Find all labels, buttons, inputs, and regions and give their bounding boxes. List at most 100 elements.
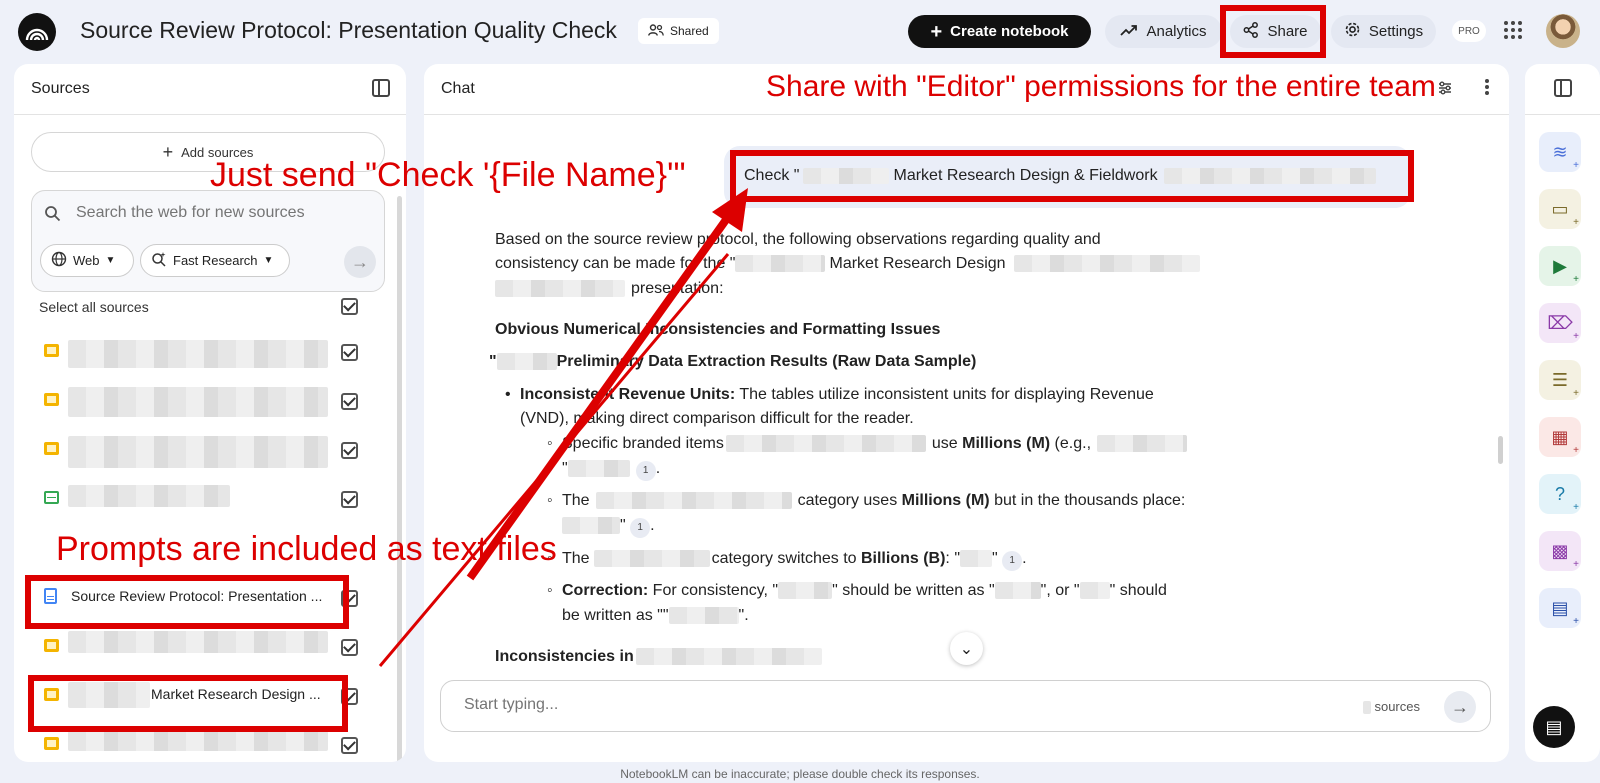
redacted-source-name (68, 340, 328, 368)
redacted-text (1013, 255, 1200, 273)
data-table-icon[interactable]: ▤ + (1539, 588, 1581, 628)
heading-2-text: Inconsistencies in (495, 648, 634, 665)
plus-icon: + (1573, 160, 1579, 171)
web-search-input[interactable] (76, 204, 356, 222)
redacted-text (960, 550, 992, 568)
settings-button[interactable]: Settings (1331, 15, 1436, 48)
redacted-text (994, 582, 1041, 600)
slides-file-icon (44, 737, 59, 750)
source-item[interactable] (30, 381, 390, 421)
chat-title: Chat (441, 80, 475, 97)
source-checkbox[interactable] (341, 344, 358, 361)
analytics-button[interactable]: Analytics (1105, 15, 1222, 48)
audio-overview-icon-glyph: ≋ (1552, 141, 1568, 162)
expand-panel-icon[interactable] (1554, 79, 1572, 97)
flashcards-icon[interactable]: ▦ + (1539, 417, 1581, 457)
source-item[interactable] (30, 627, 390, 667)
tune-icon[interactable] (1437, 80, 1453, 101)
citation-chip[interactable]: 1 (635, 461, 656, 481)
infographic-icon[interactable]: ▩ + (1539, 531, 1581, 571)
correction-text-e: be written as "" (562, 607, 669, 624)
citation-chip[interactable]: 1 (630, 518, 651, 538)
redacted-text (593, 550, 710, 568)
reports-icon-glyph: ☰ (1551, 369, 1569, 390)
scroll-down-button[interactable]: ⌄ (950, 632, 983, 665)
source-item[interactable] (30, 332, 390, 372)
web-source-dropdown[interactable]: Web ▼ (40, 244, 134, 277)
plus-icon: + (1573, 445, 1579, 456)
reports-icon[interactable]: ☰ + (1539, 360, 1581, 400)
correction-text-d: " should (1109, 582, 1167, 599)
video-overview-icon[interactable]: ▭ + (1539, 189, 1581, 229)
shared-label: Shared (670, 24, 709, 38)
more-options-icon[interactable] (1485, 79, 1489, 83)
source-checkbox[interactable] (341, 737, 358, 754)
slides-icon[interactable]: ▶ + (1539, 246, 1581, 286)
sources-scrollbar[interactable] (397, 196, 402, 762)
chat-input-box: sources → (440, 680, 1491, 732)
quiz-icon[interactable]: ? + (1539, 474, 1581, 514)
submit-search-button[interactable]: → (344, 246, 376, 278)
notebook-title[interactable]: Source Review Protocol: Presentation Qua… (80, 17, 617, 44)
sub1-bold: Millions (M) (962, 435, 1051, 452)
citation-chip[interactable]: 1 (1002, 551, 1023, 571)
intro-line-2: consistency can be made for the " Market … (495, 251, 1200, 276)
plus-icon: + (162, 141, 174, 162)
sub1-text-a: Specific branded items (562, 435, 724, 452)
plus-icon: + (1573, 331, 1579, 342)
source-item[interactable] (30, 430, 390, 470)
chevron-down-icon: ⌄ (959, 640, 974, 658)
research-mode-dropdown[interactable]: Fast Research ▼ (140, 244, 290, 277)
bullet-text-1: The tables utilize inconsistent units fo… (735, 386, 1154, 403)
sources-title: Sources (31, 80, 90, 97)
arrow-right-icon: → (1451, 696, 1469, 717)
section-heading-2: Inconsistencies in (495, 644, 822, 669)
audio-overview-icon[interactable]: ≋ + (1539, 132, 1581, 172)
select-all-checkbox[interactable] (341, 298, 358, 315)
sources-count: sources (1362, 699, 1420, 715)
source-checkbox[interactable] (341, 491, 358, 508)
bullet-line-2: (VND), making direct comparison difficul… (520, 410, 914, 427)
correction-text-b: " should be written as " (832, 582, 995, 599)
redacted-text (668, 607, 739, 625)
sub3-text-b: category switches to (711, 550, 857, 567)
source-checkbox[interactable] (341, 639, 358, 656)
chevron-down-icon: ▼ (105, 255, 116, 266)
sub-bullet-1-cont: " 1. (562, 456, 660, 481)
select-all-label: Select all sources (39, 299, 149, 315)
add-note-button[interactable]: ▤ (1533, 706, 1575, 748)
highlight-share (1220, 5, 1326, 58)
sub-bullet-2-cont: " 1. (562, 513, 655, 538)
intro-line-2b: Market Research Design (829, 255, 1006, 272)
collapse-panel-icon[interactable] (372, 79, 390, 97)
slides-file-icon (44, 442, 59, 455)
create-notebook-button[interactable]: + Create notebook (908, 15, 1091, 48)
source-checkbox[interactable] (341, 393, 358, 410)
sub2-quote: " (620, 517, 626, 534)
redacted-text (725, 435, 926, 453)
sub2-text-a: The (562, 492, 590, 509)
intro-line-3-text: presentation: (631, 280, 724, 297)
slides-file-icon (44, 344, 59, 357)
shared-badge[interactable]: Shared (638, 18, 719, 44)
mind-map-icon[interactable]: ⌦ + (1539, 303, 1581, 343)
studio-panel: ≋ + ▭ + ▶ + ⌦ + ☰ + ▦ +? + ▩ + ▤ + ▤ (1525, 64, 1600, 762)
sheet-file-icon (44, 491, 59, 504)
pro-badge: PRO (1452, 20, 1486, 42)
flashcards-icon-glyph: ▦ (1551, 426, 1569, 447)
source-checkbox[interactable] (341, 442, 358, 459)
mind-map-icon-glyph: ⌦ (1547, 312, 1573, 333)
sub3-bold: Billions (B) (860, 550, 946, 567)
sources-count-label: sources (1374, 699, 1420, 714)
send-button[interactable]: → (1444, 691, 1476, 723)
chat-scrollbar[interactable] (1498, 436, 1503, 464)
notebooklm-logo-icon[interactable] (18, 13, 56, 51)
source-item[interactable] (30, 479, 390, 519)
highlight-prompt-source (25, 575, 349, 629)
avatar[interactable] (1546, 14, 1580, 48)
annotation-send-note: Just send "Check '{File Name}'" (210, 156, 686, 194)
apps-grid-icon[interactable] (1503, 20, 1525, 42)
settings-label: Settings (1368, 23, 1424, 40)
chat-input[interactable] (464, 696, 1164, 714)
chevron-down-icon: ▼ (263, 255, 274, 266)
